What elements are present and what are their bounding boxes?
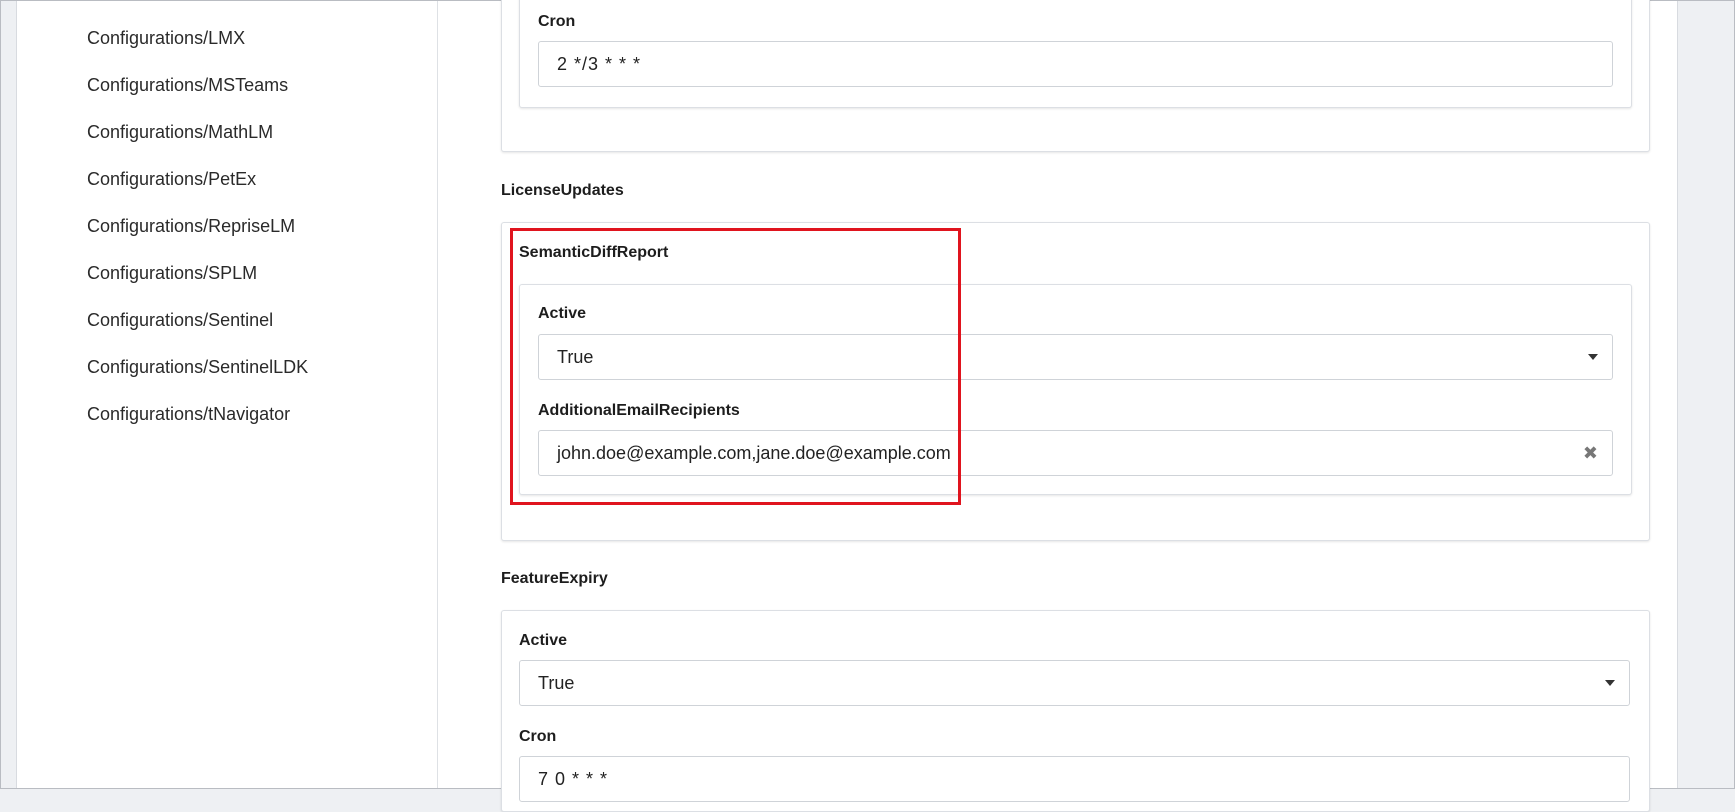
additional-email-recipients-value: john.doe@example.com,jane.doe@example.co… bbox=[557, 442, 951, 463]
sidebar-item-msteams[interactable]: Configurations/MSTeams bbox=[87, 75, 288, 96]
feature-expiry-active-value: True bbox=[538, 672, 575, 693]
feature-expiry-active-select[interactable]: True bbox=[519, 660, 1630, 706]
sidebar-item-splm[interactable]: Configurations/SPLM bbox=[87, 263, 257, 284]
sidebar: Configurations/LMX Configurations/MSTeam… bbox=[17, 1, 438, 788]
feature-expiry-cron-value: 7 0 * * * bbox=[538, 769, 609, 789]
sidebar-item-sentinelldk[interactable]: Configurations/SentinelLDK bbox=[87, 357, 308, 378]
active-select[interactable]: True bbox=[538, 334, 1613, 380]
active-label: Active bbox=[538, 305, 587, 322]
sidebar-item-lmx[interactable]: Configurations/LMX bbox=[87, 28, 245, 49]
feature-expiry-heading: FeatureExpiry bbox=[501, 570, 608, 587]
clear-icon[interactable]: ✖ bbox=[1583, 444, 1598, 462]
chevron-down-icon bbox=[1605, 680, 1615, 686]
chevron-down-icon bbox=[1588, 354, 1598, 360]
sidebar-item-mathlm[interactable]: Configurations/MathLM bbox=[87, 122, 273, 143]
main-content: Cron 2 */3 * * * LicenseUpdates Semantic… bbox=[437, 0, 1677, 812]
sidebar-item-repriselm[interactable]: Configurations/RepriseLM bbox=[87, 216, 295, 237]
sidebar-item-petex[interactable]: Configurations/PetEx bbox=[87, 169, 256, 190]
sidebar-item-sentinel[interactable]: Configurations/Sentinel bbox=[87, 310, 273, 331]
page-container: Configurations/LMX Configurations/MSTeam… bbox=[16, 0, 1678, 812]
license-updates-heading: LicenseUpdates bbox=[501, 182, 624, 199]
cron-label: Cron bbox=[538, 13, 576, 30]
feature-expiry-active-label: Active bbox=[519, 632, 568, 649]
additional-email-recipients-input[interactable]: john.doe@example.com,jane.doe@example.co… bbox=[538, 430, 1613, 476]
cron-input-value: 2 */3 * * * bbox=[557, 53, 642, 74]
additional-email-recipients-label: AdditionalEmailRecipients bbox=[538, 402, 740, 419]
cron-input[interactable]: 2 */3 * * * bbox=[538, 41, 1613, 87]
feature-expiry-cron-input[interactable]: 7 0 * * * bbox=[519, 756, 1630, 802]
active-select-value: True bbox=[557, 346, 594, 367]
feature-expiry-cron-label: Cron bbox=[519, 728, 557, 745]
semantic-diff-report-heading: SemanticDiffReport bbox=[519, 244, 669, 261]
sidebar-item-tnavigator[interactable]: Configurations/tNavigator bbox=[87, 404, 290, 425]
